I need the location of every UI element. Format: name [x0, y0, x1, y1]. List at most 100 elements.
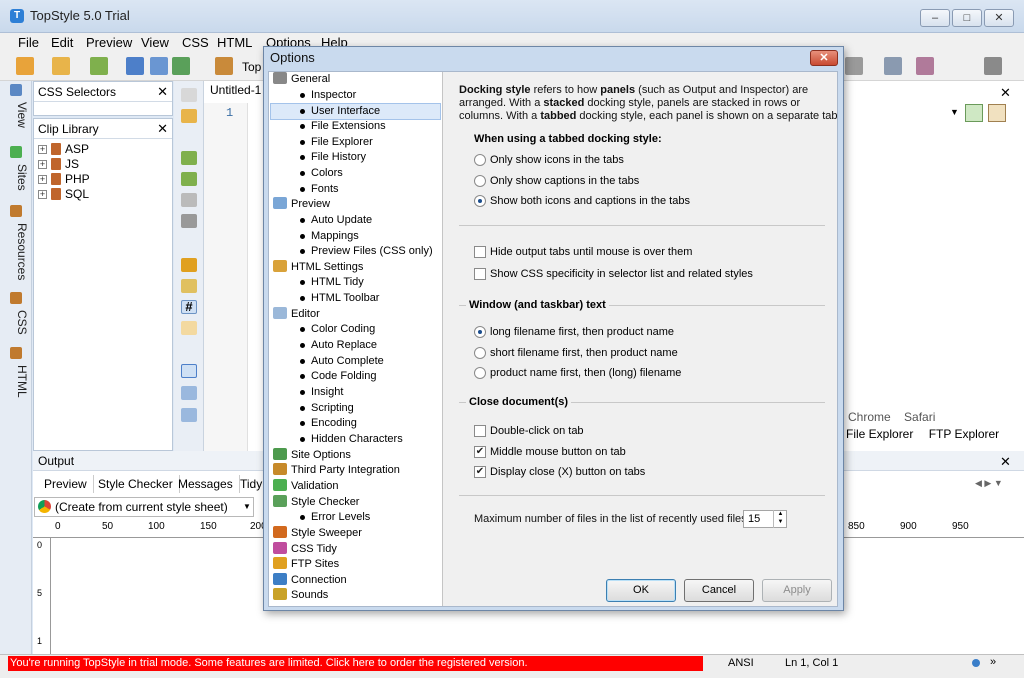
nav-item-file-extensions[interactable]: File Extensions [297, 119, 386, 134]
close-icon[interactable]: ✕ [1000, 454, 1011, 470]
add-rule-icon[interactable] [181, 151, 197, 165]
nav-item-style-sweeper[interactable]: Style Sweeper [273, 525, 362, 541]
nav-item-scripting[interactable]: Scripting [297, 401, 354, 416]
nav-item-editor[interactable]: Editor [273, 306, 320, 322]
radio-button[interactable] [474, 367, 486, 379]
layout-icon[interactable] [884, 57, 902, 75]
pen-icon[interactable] [181, 321, 197, 335]
checkmark-icon[interactable]: ✔ [474, 445, 486, 458]
trial-notice-link[interactable]: You're running TopStyle in trial mode. S… [8, 656, 703, 671]
open-folder-icon[interactable] [90, 57, 108, 75]
tool-icon[interactable] [845, 57, 863, 75]
nav-item-preview[interactable]: Preview [273, 197, 330, 212]
nav-item-sounds[interactable]: Sounds [273, 588, 328, 603]
side-tab-view[interactable]: View [3, 84, 29, 134]
file-explorer-tab[interactable]: File Explorer [846, 427, 913, 441]
nav-item-color-coding[interactable]: Color Coding [297, 322, 375, 337]
checkbox[interactable] [474, 425, 486, 437]
menu-css[interactable]: CSS [182, 35, 209, 50]
save-icon[interactable] [126, 57, 144, 75]
tree-item-js[interactable]: + JS [38, 156, 79, 172]
nav-item-ftp-sites[interactable]: FTP Sites [273, 557, 339, 572]
menu-view[interactable]: View [141, 35, 169, 50]
tree-item-sql[interactable]: + SQL [38, 186, 89, 202]
close-checks-checkbox[interactable]: ✔ Middle mouse button on tab [474, 445, 626, 459]
browser-tab-chrome[interactable]: Chrome [848, 410, 891, 424]
radio-button[interactable] [474, 346, 486, 359]
window-options-radio[interactable]: short filename first, then product name [474, 346, 678, 360]
checkbox[interactable] [474, 268, 486, 280]
eraser-icon[interactable] [181, 214, 197, 228]
scroll-arrows-icon[interactable]: ◀ ▶ ▼ [975, 478, 1003, 489]
radio-button[interactable] [474, 195, 486, 207]
close-window-button[interactable]: ✕ [984, 9, 1014, 27]
nav-item-mappings[interactable]: Mappings [297, 229, 359, 244]
nav-item-inspector[interactable]: Inspector [297, 88, 356, 103]
wrench-icon[interactable] [984, 57, 1002, 75]
hash-icon[interactable]: # [181, 300, 197, 314]
nav-item-auto-complete[interactable]: Auto Complete [297, 354, 384, 369]
single-pane-icon[interactable] [181, 364, 197, 378]
apply-button[interactable]: Apply [762, 579, 832, 602]
topstyle-toolbar-icon[interactable] [215, 57, 233, 75]
nav-item-site-options[interactable]: Site Options [273, 447, 351, 463]
side-tab-resources[interactable]: Resources [3, 205, 29, 283]
tree-item-php[interactable]: + PHP [38, 171, 90, 187]
dialog-close-button[interactable]: ✕ [810, 50, 838, 66]
link-icon[interactable] [181, 258, 197, 272]
nav-item-third-party-integration[interactable]: Third Party Integration [273, 463, 400, 478]
browser-tab-safari[interactable]: Safari [904, 410, 935, 424]
nav-item-hidden-characters[interactable]: Hidden Characters [297, 432, 403, 447]
nav-item-code-folding[interactable]: Code Folding [297, 369, 376, 384]
close-icon[interactable]: ✕ [157, 82, 168, 102]
folder-open-icon[interactable] [181, 109, 197, 123]
style-icon[interactable] [916, 57, 934, 75]
nav-item-style-checker[interactable]: Style Checker [273, 494, 359, 510]
menu-edit[interactable]: Edit [51, 35, 73, 50]
nav-item-error-levels[interactable]: Error Levels [297, 510, 370, 525]
dropdown-arrow-icon[interactable]: ▼ [950, 107, 959, 117]
checks1-checkbox[interactable]: Hide output tabs until mouse is over the… [474, 245, 692, 259]
nav-item-file-explorer[interactable]: File Explorer [297, 135, 373, 150]
nav-item-file-history[interactable]: File History [297, 150, 366, 165]
radio-button[interactable] [474, 174, 486, 187]
tree-item-asp[interactable]: + ASP [38, 141, 89, 157]
new-html-icon[interactable] [52, 57, 70, 75]
nav-item-fonts[interactable]: Fonts [297, 182, 339, 197]
output-tab-preview[interactable]: Preview [38, 475, 94, 493]
preview-icon[interactable] [965, 104, 983, 122]
maximize-button[interactable]: □ [952, 9, 982, 27]
nav-item-auto-replace[interactable]: Auto Replace [297, 338, 377, 353]
expand-icon[interactable]: + [38, 144, 47, 154]
nav-item-html-toolbar[interactable]: HTML Toolbar [297, 291, 379, 306]
nav-item-general[interactable]: General [273, 72, 330, 87]
menu-preview[interactable]: Preview [86, 35, 132, 50]
add-property-icon[interactable] [181, 172, 197, 186]
window-options-radio[interactable]: product name first, then (long) filename [474, 366, 681, 380]
ok-button[interactable]: OK [606, 579, 676, 602]
nav-item-preview-files-css-only[interactable]: Preview Files (CSS only) [297, 244, 433, 259]
tabbed-options-radio[interactable]: Only show captions in the tabs [474, 174, 639, 188]
cancel-button[interactable]: Cancel [684, 579, 754, 602]
expand-icon[interactable]: + [38, 159, 47, 169]
side-tab-sites[interactable]: Sites [3, 146, 29, 196]
split-horizontal-icon[interactable] [181, 386, 197, 400]
refresh-icon[interactable] [172, 57, 190, 75]
output-tab-messages[interactable]: Messages [172, 475, 240, 493]
overflow-chevron-icon[interactable]: » [990, 656, 996, 668]
nav-item-html-settings[interactable]: HTML Settings [273, 259, 363, 275]
radio-button[interactable] [474, 154, 486, 166]
checkbox[interactable] [474, 246, 486, 258]
preview-source-combo[interactable]: (Create from current style sheet) [34, 497, 254, 517]
spinner-arrows-icon[interactable]: ▲ ▼ [773, 510, 787, 528]
note-icon[interactable] [181, 279, 197, 293]
comment-icon[interactable] [181, 193, 197, 207]
side-tab-css[interactable]: CSS [3, 292, 29, 338]
nav-item-connection[interactable]: Connection [273, 572, 347, 588]
nav-item-auto-update[interactable]: Auto Update [297, 213, 372, 228]
checks1-checkbox[interactable]: Show CSS specificity in selector list an… [474, 267, 753, 281]
side-tab-html[interactable]: HTML [3, 347, 29, 398]
tabbed-options-radio[interactable]: Only show icons in the tabs [474, 153, 624, 167]
tabbed-options-radio[interactable]: Show both icons and captions in the tabs [474, 194, 690, 208]
menu-html[interactable]: HTML [217, 35, 252, 50]
